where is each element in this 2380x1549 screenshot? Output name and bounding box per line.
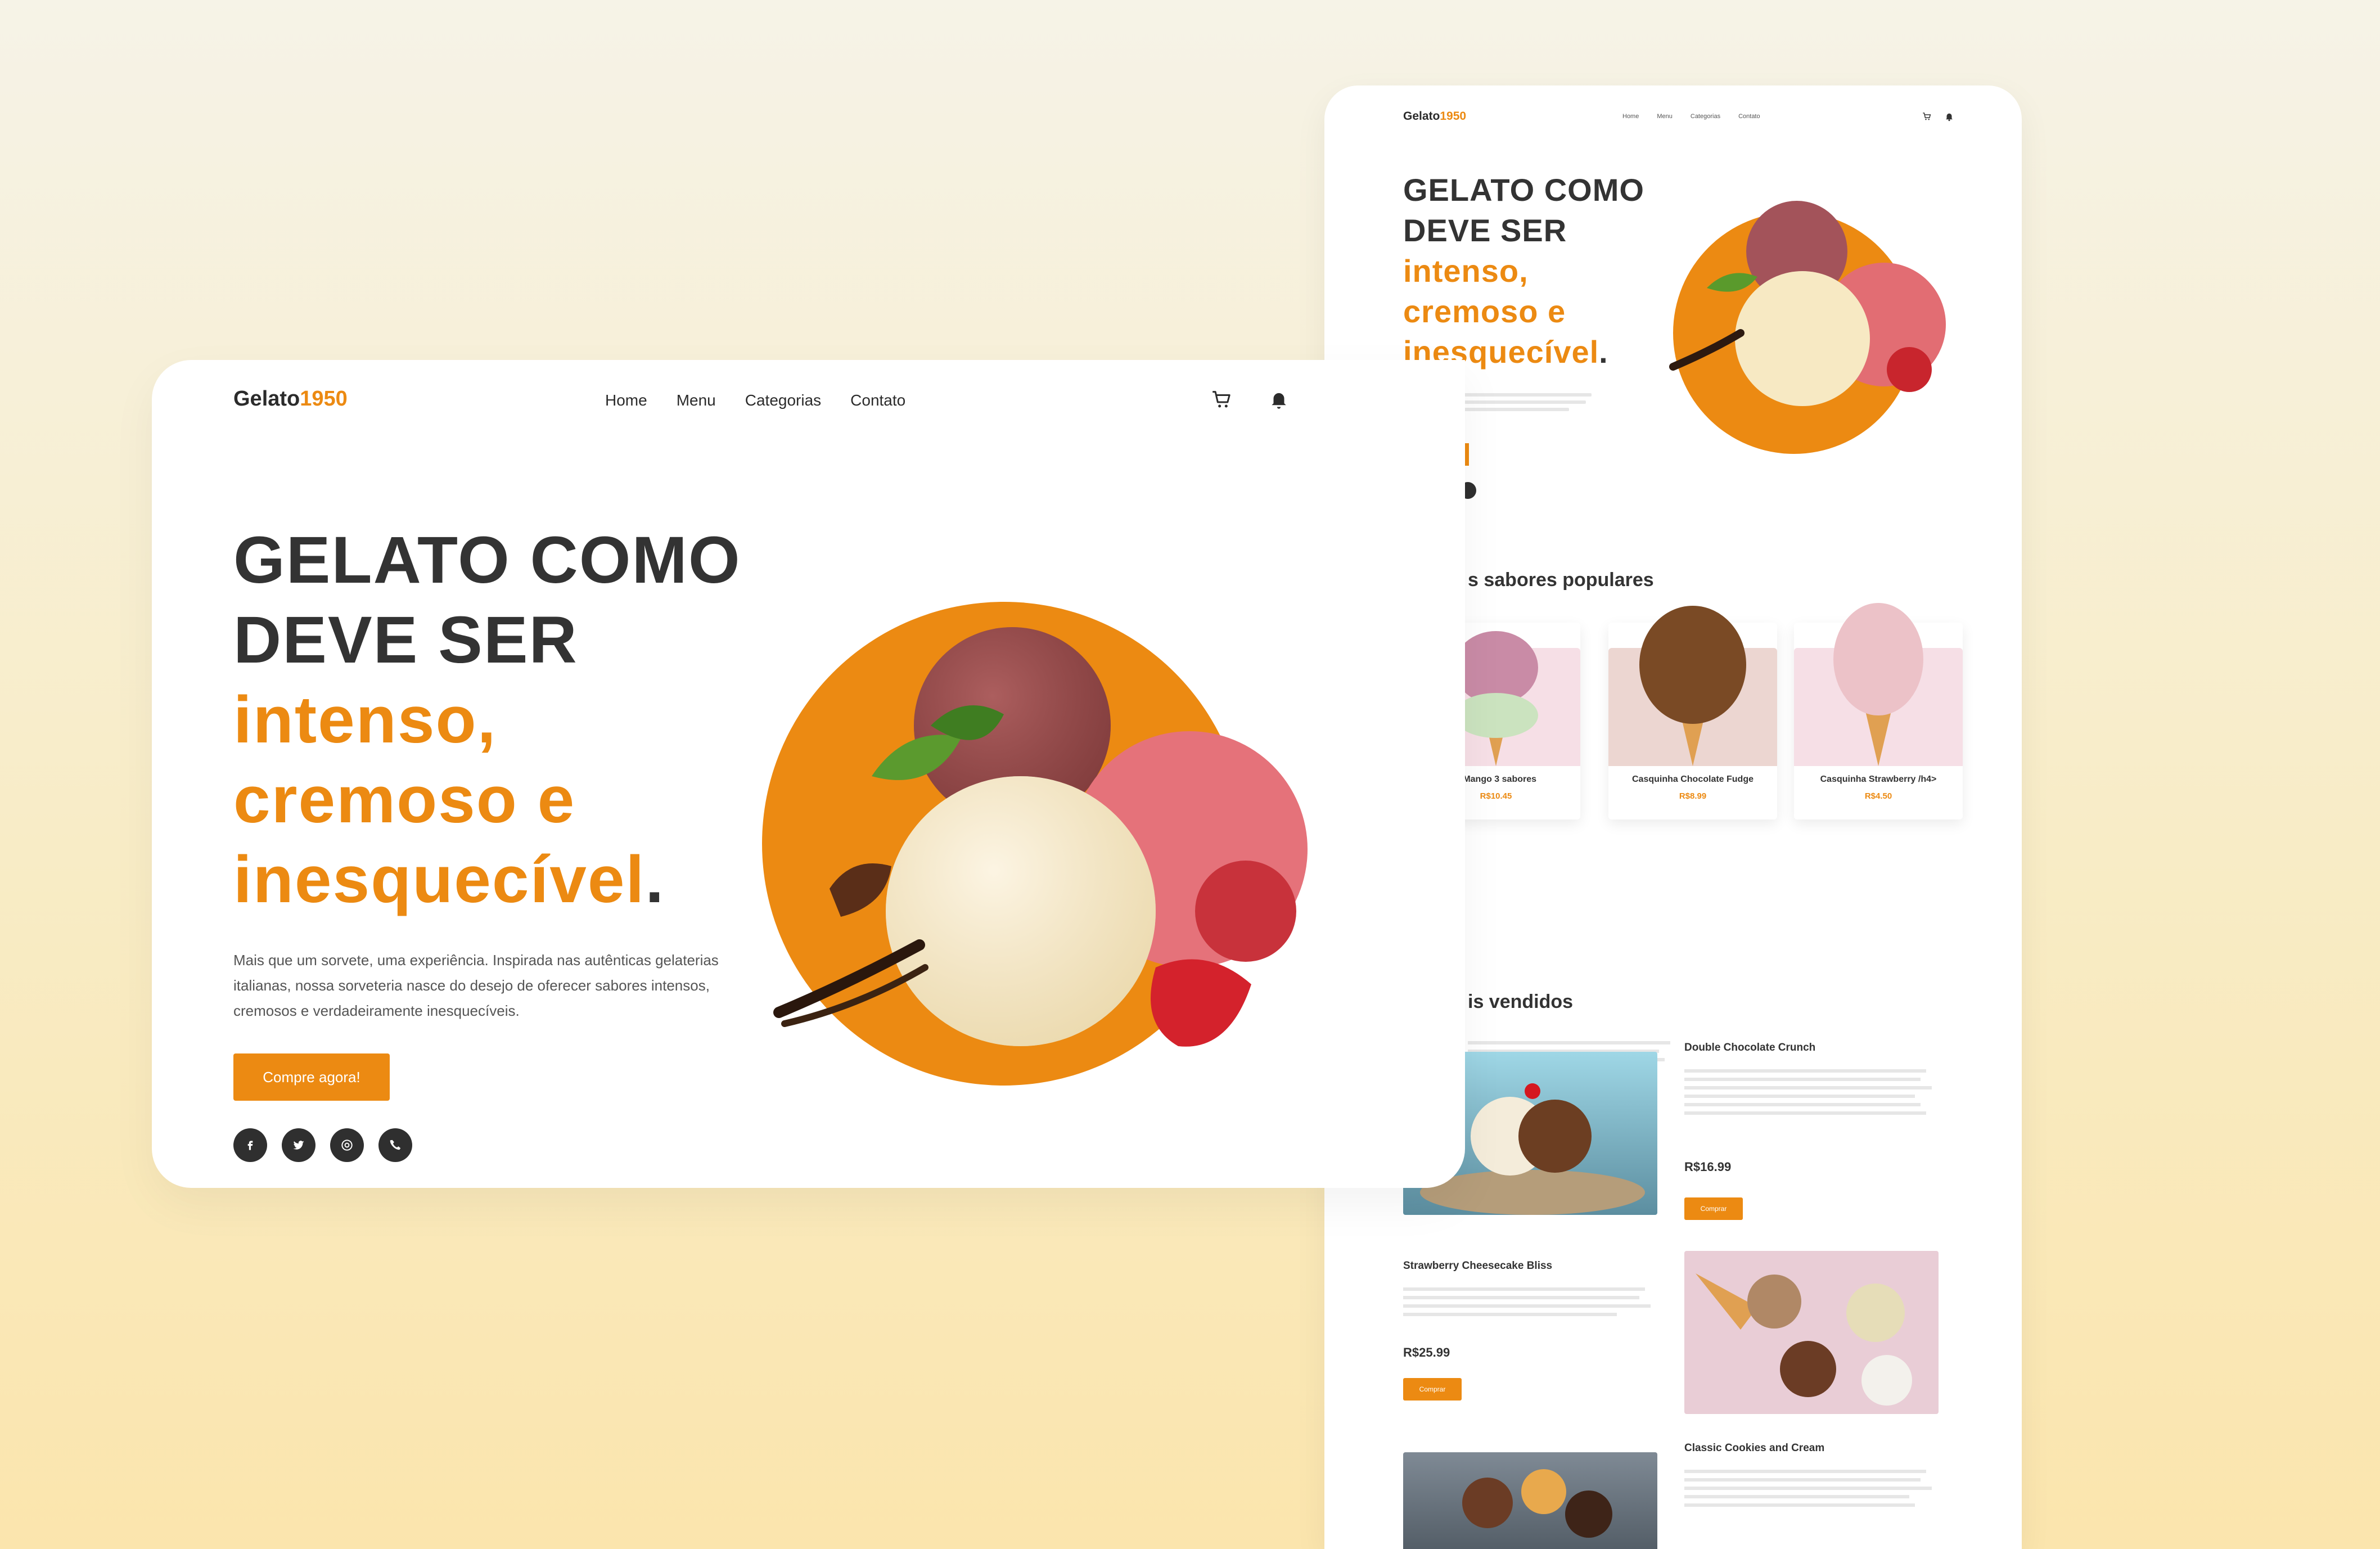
best-seller-price: R$25.99 bbox=[1403, 1345, 1450, 1359]
secondary-hero-scoops-image bbox=[1669, 201, 1946, 406]
nav-home[interactable]: Home bbox=[605, 391, 647, 409]
nav-menu[interactable]: Menu bbox=[677, 391, 716, 409]
secondary-hero-title: GELATO COMO DEVE SER intenso, cremoso e … bbox=[1403, 172, 1644, 370]
twitter-icon[interactable] bbox=[282, 1128, 315, 1162]
product-name: Casquinha Chocolate Fudge bbox=[1631, 774, 1754, 784]
product-image bbox=[1794, 603, 1963, 766]
buy-button[interactable]: Comprar bbox=[1684, 1197, 1743, 1220]
secondary-logo[interactable]: Gelato1950 bbox=[1403, 110, 1466, 123]
secondary-nav-icons bbox=[1922, 111, 1954, 121]
bell-icon[interactable] bbox=[1266, 387, 1291, 412]
secondary-nav-menu[interactable]: Menu bbox=[1657, 113, 1673, 120]
buy-button[interactable]: Comprar bbox=[1403, 1378, 1462, 1401]
secondary-nav-home[interactable]: Home bbox=[1622, 113, 1639, 120]
secondary-hero-description bbox=[1457, 389, 1594, 415]
nav-contato[interactable]: Contato bbox=[850, 391, 905, 409]
best-seller-price: R$16.99 bbox=[1684, 1160, 1732, 1174]
buy-now-button[interactable]: Compre agora! bbox=[233, 1053, 390, 1101]
secondary-popular-products: a Mango 3 sabores R$10.45 Casquinha Choc… bbox=[1412, 603, 2022, 848]
best-seller-description bbox=[1684, 1064, 1943, 1120]
cart-icon[interactable] bbox=[1922, 111, 1932, 121]
hero-description: Mais que um sorvete, uma experiência. In… bbox=[233, 952, 719, 1019]
best-seller-name: Double Chocolate Crunch bbox=[1684, 1042, 1816, 1053]
hero-ice-cream-image bbox=[773, 627, 1308, 1047]
main-logo[interactable]: Gelato1950 bbox=[233, 387, 348, 411]
best-seller-image bbox=[1684, 1251, 1939, 1414]
bell-icon[interactable] bbox=[1944, 111, 1954, 121]
best-seller-name: Strawberry Cheesecake Bliss bbox=[1403, 1260, 1553, 1272]
product-card[interactable]: Casquinha Chocolate Fudge R$8.99 bbox=[1608, 606, 1777, 819]
nav-categorias[interactable]: Categorias bbox=[745, 391, 821, 409]
main-nav: Home Menu Categorias Contato bbox=[605, 391, 905, 409]
secondary-nav-categorias[interactable]: Categorias bbox=[1691, 113, 1720, 120]
secondary-best-title: is vendidos bbox=[1468, 991, 1574, 1012]
product-name: Casquinha Strawberry /h4> bbox=[1820, 774, 1937, 784]
product-image bbox=[1608, 606, 1777, 766]
product-price: R$4.50 bbox=[1864, 791, 1892, 801]
secondary-navbar: Gelato1950 Home Menu Categorias Contato bbox=[1403, 102, 1954, 130]
secondary-nav-contato[interactable]: Contato bbox=[1738, 113, 1760, 120]
product-card[interactable]: Casquinha Strawberry /h4> R$4.50 bbox=[1794, 603, 1963, 819]
facebook-icon[interactable] bbox=[233, 1128, 267, 1162]
main-nav-icons bbox=[1209, 387, 1291, 412]
social-links bbox=[233, 1128, 412, 1162]
product-price: R$8.99 bbox=[1679, 791, 1707, 801]
secondary-popular-title: s sabores populares bbox=[1468, 569, 1654, 591]
best-seller-description bbox=[1403, 1282, 1662, 1321]
hero-title: GELATO COMO DEVE SER intenso, cremoso e … bbox=[233, 523, 741, 917]
main-page-preview: Gelato1950 Home Menu Categorias Contato … bbox=[152, 360, 1465, 1188]
instagram-icon[interactable] bbox=[330, 1128, 364, 1162]
best-seller-description bbox=[1684, 1465, 1943, 1512]
secondary-nav-links: Home Menu Categorias Contato bbox=[1622, 113, 1760, 120]
phone-icon[interactable] bbox=[378, 1128, 412, 1162]
best-seller-name: Classic Cookies and Cream bbox=[1684, 1442, 1825, 1454]
best-seller-image bbox=[1403, 1452, 1657, 1549]
cart-icon[interactable] bbox=[1209, 387, 1234, 412]
